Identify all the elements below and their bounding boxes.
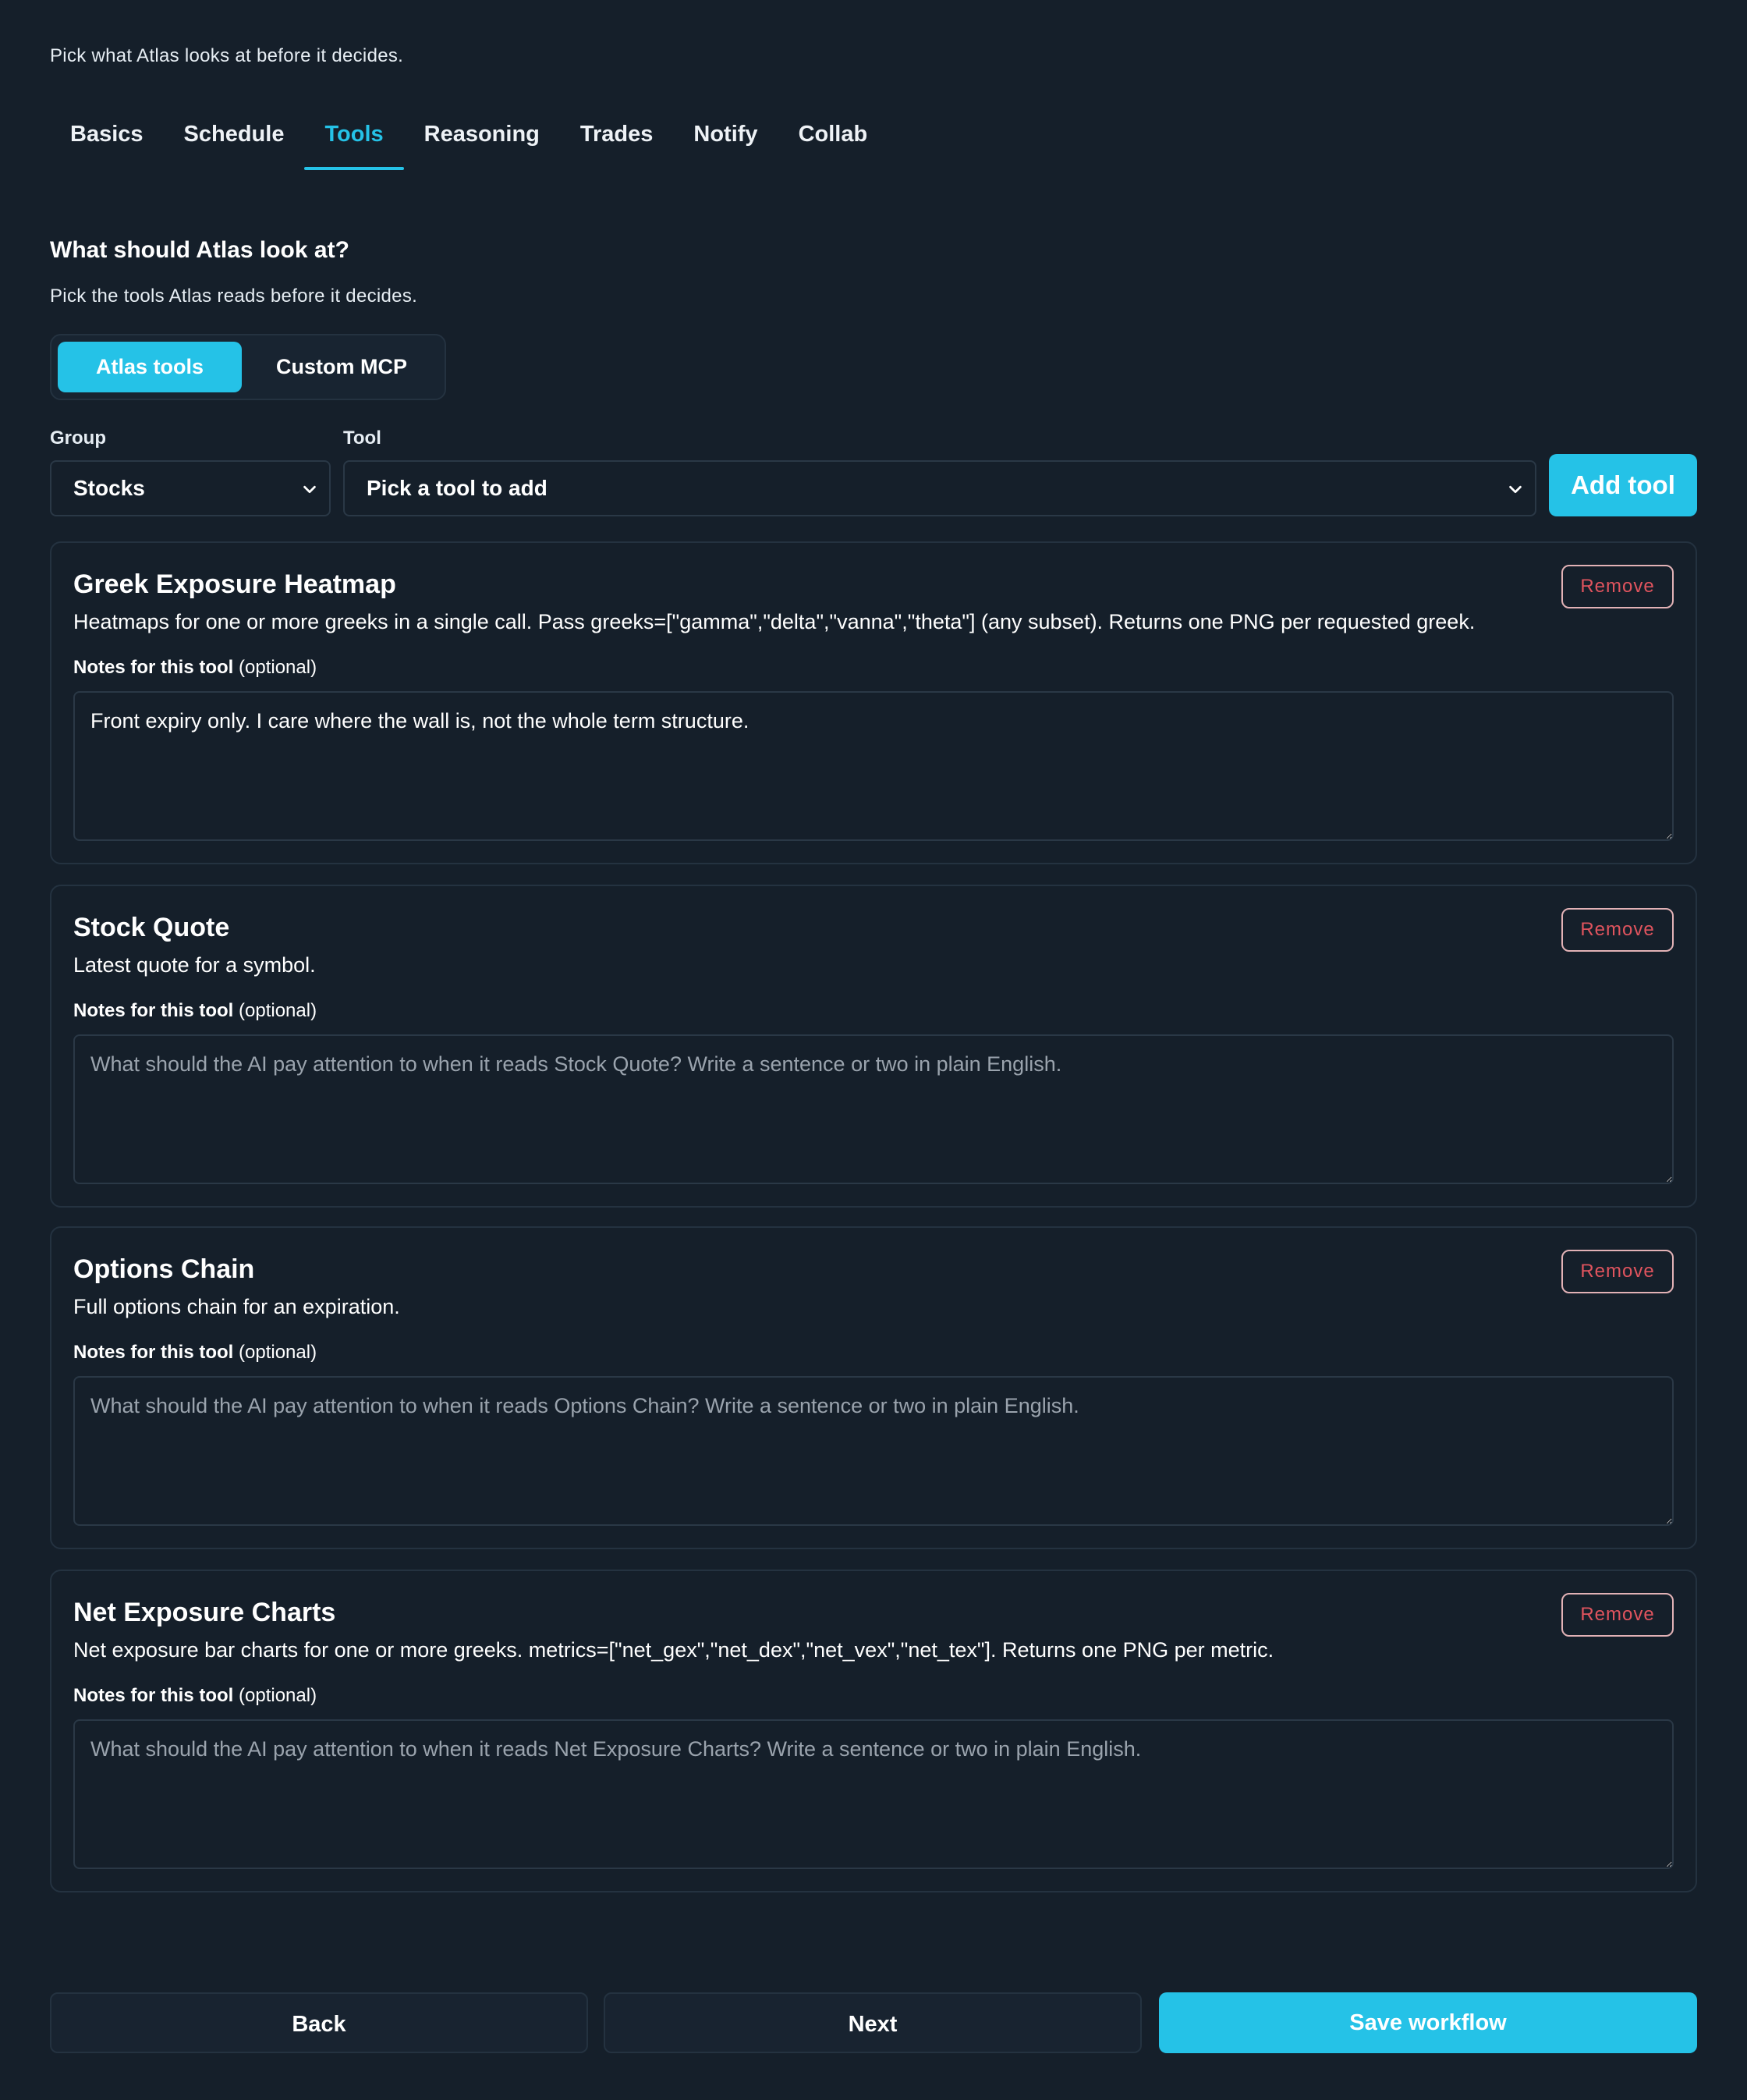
add-tool-button[interactable]: Add tool: [1549, 454, 1697, 516]
tool-notes-textarea[interactable]: [73, 1376, 1674, 1526]
notes-optional-text: (optional): [239, 1685, 317, 1706]
notes-label-text: Notes for this tool: [73, 657, 234, 678]
group-label: Group: [50, 427, 106, 449]
notes-label-text: Notes for this tool: [73, 1685, 234, 1706]
save-workflow-button[interactable]: Save workflow: [1159, 1992, 1697, 2053]
tool-card-description: Latest quote for a symbol.: [73, 953, 316, 977]
tab-notify[interactable]: Notify: [673, 103, 778, 170]
tool-card-title: Options Chain: [73, 1254, 255, 1284]
tool-source-toggle: Atlas tools Custom MCP: [50, 334, 446, 400]
notes-label: Notes for this tool (optional): [73, 1000, 317, 1022]
section-title: What should Atlas look at?: [50, 237, 349, 263]
tool-card-greek-exposure-heatmap: Greek Exposure Heatmap Remove Heatmaps f…: [50, 541, 1697, 864]
tool-card-stock-quote: Stock Quote Remove Latest quote for a sy…: [50, 885, 1697, 1208]
atlas-tools-option[interactable]: Atlas tools: [58, 342, 242, 392]
notes-label: Notes for this tool (optional): [73, 1685, 317, 1707]
chevron-down-icon: [303, 485, 316, 494]
tool-notes-textarea[interactable]: [73, 1719, 1674, 1869]
tab-schedule[interactable]: Schedule: [164, 103, 305, 170]
tool-card-title: Stock Quote: [73, 913, 230, 942]
tool-card-description: Full options chain for an expiration.: [73, 1295, 400, 1318]
notes-label: Notes for this tool (optional): [73, 1342, 317, 1364]
notes-label: Notes for this tool (optional): [73, 657, 317, 679]
remove-tool-button[interactable]: Remove: [1561, 1593, 1674, 1637]
notes-optional-text: (optional): [239, 1000, 317, 1021]
tool-card-options-chain: Options Chain Remove Full options chain …: [50, 1226, 1697, 1549]
tool-card-net-exposure-charts: Net Exposure Charts Remove Net exposure …: [50, 1570, 1697, 1892]
tool-notes-textarea[interactable]: Front expiry only. I care where the wall…: [73, 691, 1674, 841]
tab-trades[interactable]: Trades: [560, 103, 674, 170]
tool-card-title: Net Exposure Charts: [73, 1598, 336, 1627]
remove-tool-button[interactable]: Remove: [1561, 908, 1674, 952]
remove-tool-button[interactable]: Remove: [1561, 565, 1674, 608]
back-button[interactable]: Back: [50, 1992, 588, 2053]
notes-label-text: Notes for this tool: [73, 1000, 234, 1021]
tool-select[interactable]: Pick a tool to add: [343, 460, 1536, 516]
chevron-down-icon: [1509, 485, 1522, 494]
tool-label: Tool: [343, 427, 381, 449]
tab-tools[interactable]: Tools: [304, 103, 404, 170]
remove-tool-button[interactable]: Remove: [1561, 1250, 1674, 1293]
custom-mcp-option[interactable]: Custom MCP: [246, 342, 437, 392]
next-button[interactable]: Next: [604, 1992, 1142, 2053]
notes-optional-text: (optional): [239, 657, 317, 678]
intro-text: Pick what Atlas looks at before it decid…: [50, 45, 404, 66]
tool-card-title: Greek Exposure Heatmap: [73, 569, 396, 599]
tool-card-description: Net exposure bar charts for one or more …: [73, 1638, 1274, 1662]
tab-reasoning[interactable]: Reasoning: [404, 103, 560, 170]
notes-label-text: Notes for this tool: [73, 1342, 234, 1363]
section-subtitle: Pick the tools Atlas reads before it dec…: [50, 286, 418, 307]
tool-select-value: Pick a tool to add: [367, 476, 547, 500]
group-select-value: Stocks: [73, 476, 145, 500]
tab-basics[interactable]: Basics: [50, 103, 164, 170]
notes-optional-text: (optional): [239, 1342, 317, 1363]
tool-card-description: Heatmaps for one or more greeks in a sin…: [73, 610, 1476, 633]
group-select[interactable]: Stocks: [50, 460, 331, 516]
tab-bar: Basics Schedule Tools Reasoning Trades N…: [50, 103, 888, 170]
tool-notes-textarea[interactable]: [73, 1034, 1674, 1184]
tab-collab[interactable]: Collab: [778, 103, 888, 170]
